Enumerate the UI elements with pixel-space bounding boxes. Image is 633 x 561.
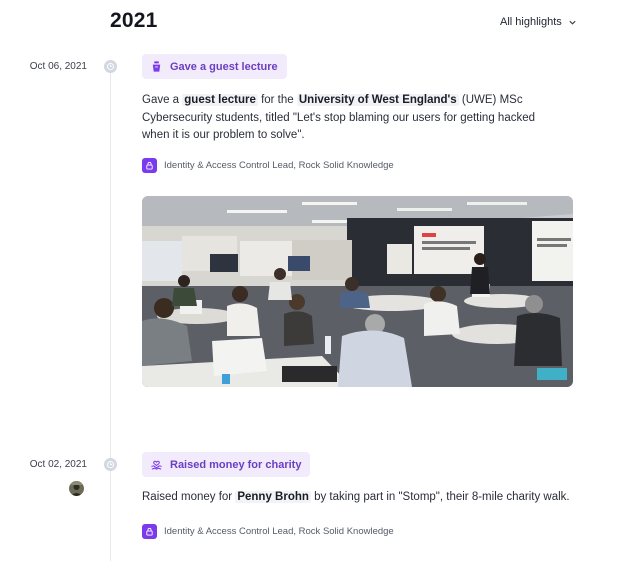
entry-date: Oct 02, 2021	[29, 459, 87, 470]
description-text: Raised money for	[142, 491, 233, 503]
entry-description: Gave a guest lecture for the University …	[142, 92, 562, 145]
link-penny-brohn[interactable]: Penny Brohn	[235, 491, 311, 503]
highlight-badge: Raised money for charity	[142, 452, 311, 477]
role-label: Identity & Access Control Lead, Rock Sol…	[164, 160, 394, 171]
clock-icon	[106, 460, 115, 469]
description-text: for the	[261, 94, 294, 106]
year-heading: 2021	[110, 9, 158, 32]
description-text: Gave a	[142, 94, 180, 106]
timeline-dot	[104, 458, 117, 471]
podium-icon	[152, 61, 161, 72]
lock-icon	[142, 158, 157, 173]
avatar-image	[69, 481, 84, 496]
link-university[interactable]: University of West England's	[296, 94, 459, 106]
lecture-photo[interactable]	[142, 196, 573, 387]
badge-label: Raised money for charity	[170, 458, 302, 471]
avatar[interactable]	[69, 481, 84, 496]
role-tag: Identity & Access Control Lead, Rock Sol…	[142, 524, 394, 539]
clock-icon	[106, 62, 115, 71]
highlights-filter-dropdown[interactable]: All highlights	[500, 16, 577, 28]
lock-icon	[142, 524, 157, 539]
lecture-room-image	[142, 196, 573, 387]
role-tag: Identity & Access Control Lead, Rock Sol…	[142, 158, 394, 173]
chevron-down-icon	[569, 20, 576, 25]
role-label: Identity & Access Control Lead, Rock Sol…	[164, 526, 394, 537]
entry-date: Oct 06, 2021	[29, 61, 87, 72]
timeline-dot	[104, 60, 117, 73]
description-text: by taking part in "Stomp", their 8-mile …	[314, 491, 570, 503]
link-guest-lecture[interactable]: guest lecture	[182, 94, 258, 106]
filter-label: All highlights	[500, 16, 562, 28]
timeline-line	[110, 60, 111, 561]
highlight-badge: Gave a guest lecture	[142, 54, 287, 79]
charity-hands-icon	[151, 460, 162, 470]
badge-label: Gave a guest lecture	[170, 60, 278, 73]
entry-description: Raised money for Penny Brohn by taking p…	[142, 489, 582, 507]
